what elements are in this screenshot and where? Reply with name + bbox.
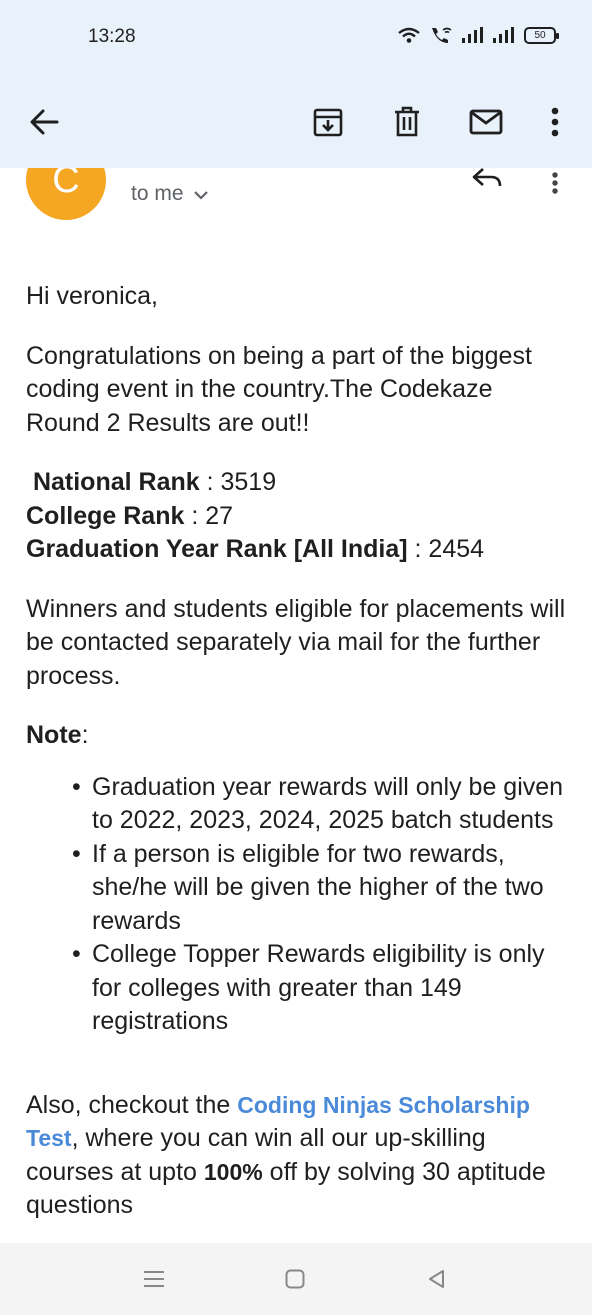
scholarship-paragraph: Also, checkout the Coding Ninjas Scholar… (26, 1090, 546, 1220)
rank-row: College Rank : 27 (26, 501, 234, 530)
back-icon[interactable] (416, 1263, 456, 1295)
rank-list: National Rank : 3519 College Rank : 27 G… (26, 466, 572, 567)
delete-icon[interactable] (381, 96, 433, 148)
rank-label: College Rank (26, 501, 185, 530)
rank-value: 3519 (220, 468, 277, 496)
greeting: Hi veronica, (26, 282, 158, 310)
menu-icon[interactable] (134, 1263, 174, 1295)
rank-label: Graduation Year Rank [All India] (26, 535, 408, 563)
rank-row: Graduation Year Rank [All India] : 2454 (26, 535, 485, 563)
chevron-down-icon (193, 182, 208, 206)
back-arrow-icon[interactable] (18, 96, 70, 148)
avatar[interactable]: C (26, 168, 106, 220)
reply-icon[interactable] (466, 168, 508, 192)
list-item: College Topper Rewards eligibility is on… (72, 938, 572, 1039)
rank-row: National Rank : 3519 (32, 468, 277, 496)
list-item: If a person is eligible for two rewards,… (72, 838, 572, 939)
recipient-label: to me (131, 182, 184, 205)
list-item: Graduation year rewards will only be giv… (72, 771, 572, 838)
rank-value: 2454 (428, 535, 485, 563)
email-toolbar (0, 78, 592, 168)
intro-paragraph: Congratulations on being a part of the b… (26, 341, 532, 437)
battery-icon: 50 (524, 26, 559, 44)
rank-value: 27 (205, 501, 234, 530)
mail-icon[interactable] (460, 96, 512, 148)
signal-icon (493, 27, 515, 43)
status-icons: 50 (398, 26, 559, 44)
winners-paragraph: Winners and students eligible for placem… (26, 594, 566, 690)
system-nav-bar (0, 1243, 592, 1315)
email-body: Hi veronica, Congratulations on being a … (26, 280, 572, 1243)
wifi-icon (398, 27, 420, 43)
home-icon[interactable] (275, 1263, 315, 1295)
recipient-details[interactable]: to me (131, 182, 208, 206)
message-content: C to me Hi veronica, Congratulations on … (0, 168, 592, 1243)
note-heading: Note: (26, 721, 89, 749)
status-time: 13:28 (88, 26, 136, 47)
status-bar: 13:28 50 (0, 0, 592, 78)
discount-value: 100% (203, 1158, 263, 1185)
wifi-call-icon (429, 26, 453, 44)
message-more-icon[interactable] (542, 168, 568, 198)
signal-icon (462, 27, 484, 43)
note-list: Graduation year rewards will only be giv… (26, 771, 572, 1039)
rank-label: National Rank (32, 468, 200, 496)
more-vert-icon[interactable] (529, 96, 581, 148)
archive-icon[interactable] (302, 96, 354, 148)
